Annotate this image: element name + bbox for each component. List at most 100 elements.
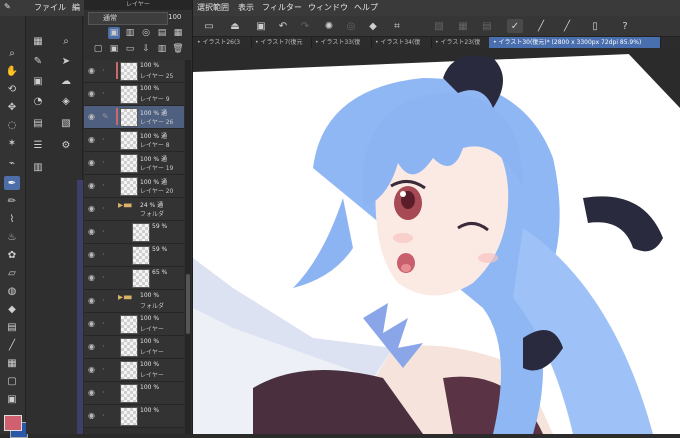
decoration-icon[interactable]: ✿ — [4, 248, 20, 262]
layer-lock-icon[interactable]: · — [102, 342, 112, 352]
figure-icon[interactable]: ╱ — [4, 338, 20, 352]
document-tab[interactable]: • イラスト7(復元 — [251, 37, 312, 48]
gradient-icon[interactable]: ▤ — [4, 320, 20, 334]
new-raster-layer-icon[interactable]: ▢ — [92, 43, 104, 55]
stroke-1-icon[interactable]: ╱ — [533, 19, 549, 33]
layer-lock-icon[interactable]: · — [102, 89, 112, 99]
clear-icon[interactable]: ◎ — [343, 19, 359, 33]
visibility-eye-icon[interactable]: ◉ — [88, 342, 98, 352]
layer-lock-icon[interactable]: · — [102, 319, 112, 329]
layer-lock-icon[interactable]: · — [102, 411, 112, 421]
brush-icon[interactable]: ⌇ — [4, 212, 20, 226]
layer-lock-icon[interactable]: · — [102, 135, 112, 145]
cursor-icon[interactable]: ➤ — [58, 54, 74, 68]
visibility-eye-icon[interactable]: ◉ — [88, 319, 98, 329]
rotate-icon[interactable]: ⟲ — [4, 82, 20, 96]
menu-help[interactable]: ヘルプ — [354, 2, 378, 13]
visibility-eye-icon[interactable]: ◉ — [88, 250, 98, 260]
illustration[interactable] — [193, 48, 680, 434]
airbrush-icon[interactable]: ♨ — [4, 230, 20, 244]
visibility-eye-icon[interactable]: ◉ — [88, 112, 98, 122]
selection-icon[interactable]: ▦ — [455, 19, 471, 33]
transfer-icon[interactable]: ⇩ — [140, 43, 152, 55]
layer-row[interactable]: ◉ · 100 % レイヤー 25 — [84, 60, 184, 83]
zoom-icon[interactable]: ⌕ — [4, 46, 20, 60]
layer-folder-row[interactable]: ◉ · ▸▬ 24 % 通フォルダ — [84, 198, 184, 221]
main-color-swatch[interactable] — [4, 415, 22, 431]
undo-icon[interactable]: ↶ — [275, 19, 291, 33]
layer-row[interactable]: ◉ ✎ 100 % 通レイヤー 26 — [84, 106, 184, 129]
layer-lock-icon[interactable]: · — [102, 365, 112, 375]
clip-icon[interactable]: ▥ — [124, 27, 136, 39]
merge-icon[interactable]: ▥ — [156, 43, 168, 55]
blend-icon[interactable]: ◍ — [4, 284, 20, 298]
fill-icon[interactable]: ◆ — [4, 302, 20, 316]
layer-lock-icon[interactable]: · — [102, 227, 112, 237]
loading-icon[interactable]: ✺ — [321, 19, 337, 33]
menu-list-icon[interactable]: ☰ — [30, 138, 46, 152]
visibility-eye-icon[interactable]: ◉ — [88, 89, 98, 99]
document-tab[interactable]: • イラスト30(復元)* (2800 x 3300px 72dpi 85.9%… — [489, 37, 661, 48]
menu-edit[interactable]: 編 — [72, 2, 80, 13]
text-icon[interactable]: ▢ — [4, 374, 20, 388]
layer-row[interactable]: ◉ · 100 % レイヤー — [84, 336, 184, 359]
hand-icon[interactable]: ✋ — [4, 64, 20, 78]
eraser-icon[interactable]: ▱ — [4, 266, 20, 280]
deselect-icon[interactable]: ▤ — [479, 19, 495, 33]
layer-row[interactable]: ◉ · 100 % — [84, 405, 184, 428]
device-icon[interactable]: ▯ — [587, 19, 603, 33]
stabilizer-icon[interactable]: ✓ — [507, 19, 523, 33]
image-icon[interactable]: ▣ — [30, 74, 46, 88]
help-icon[interactable]: ? — [617, 19, 633, 33]
menu-file[interactable]: ファイル — [34, 2, 66, 13]
visibility-eye-icon[interactable]: ◉ — [88, 158, 98, 168]
balloon-icon[interactable]: ▣ — [4, 392, 20, 406]
blend-mode-select[interactable]: 通常 — [88, 12, 168, 25]
layer-row[interactable]: ◉ · 59 % — [84, 221, 184, 244]
visibility-eye-icon[interactable]: ◉ — [88, 227, 98, 237]
canvas-area[interactable] — [193, 48, 680, 434]
visibility-eye-icon[interactable]: ◉ — [88, 135, 98, 145]
layer-scrollbar[interactable] — [185, 60, 191, 434]
document-tab[interactable]: • イラスト34(復 — [371, 37, 432, 48]
layer-lock-icon[interactable]: ✎ — [102, 112, 112, 122]
layer-lock-icon[interactable]: · — [102, 388, 112, 398]
visibility-eye-icon[interactable]: ◉ — [88, 66, 98, 76]
redo-icon[interactable]: ↷ — [297, 19, 313, 33]
layer-row[interactable]: ◉ · 100 % 通レイヤー 20 — [84, 175, 184, 198]
layer-row[interactable]: ◉ · 65 % — [84, 267, 184, 290]
transform-icon[interactable]: ▧ — [431, 19, 447, 33]
layer-icon[interactable]: ▦ — [30, 34, 46, 48]
layer-lock-icon[interactable]: · — [102, 273, 112, 283]
crop-icon[interactable]: ⌗ — [389, 19, 405, 33]
layer-lock-icon[interactable]: · — [102, 250, 112, 260]
layer-row[interactable]: ◉ · 100 % レイヤー 9 — [84, 83, 184, 106]
save-icon[interactable]: ▣ — [253, 19, 269, 33]
drop-icon[interactable]: ◔ — [30, 94, 46, 108]
document-tab[interactable]: • イラスト26(3 — [193, 37, 252, 48]
menu-filter[interactable]: フィルター — [262, 2, 302, 13]
layer-lock-icon[interactable]: · — [102, 158, 112, 168]
document-tab[interactable]: • イラスト23(復 — [431, 37, 490, 48]
lasso-icon[interactable]: ◌ — [4, 118, 20, 132]
search-icon[interactable]: ⌕ — [58, 34, 74, 48]
app-logo-icon[interactable]: ✎ — [4, 2, 11, 11]
visibility-eye-icon[interactable]: ◉ — [88, 273, 98, 283]
layer-lock-icon[interactable]: · — [102, 66, 112, 76]
layer-row[interactable]: ◉ · 100 % レイヤー — [84, 313, 184, 336]
fill-bucket-icon[interactable]: ◆ — [365, 19, 381, 33]
pen-icon[interactable]: ✒ — [4, 176, 20, 190]
new-vector-layer-icon[interactable]: ▣ — [108, 43, 120, 55]
layer-lock-icon[interactable]: · — [102, 204, 112, 214]
reference-icon[interactable]: ◎ — [140, 27, 152, 39]
delete-icon[interactable]: 🗑 — [172, 43, 184, 55]
draft-icon[interactable]: ▤ — [156, 27, 168, 39]
layer-lock-icon[interactable]: · — [102, 181, 112, 191]
visibility-eye-icon[interactable]: ◉ — [88, 365, 98, 375]
frame-icon[interactable]: ▦ — [4, 356, 20, 370]
eyedropper-icon[interactable]: ⌁ — [4, 156, 20, 170]
opacity-value[interactable]: 100 — [168, 12, 190, 23]
layer-scrollbar-thumb[interactable] — [186, 274, 190, 334]
lock-icon[interactable]: ▣ — [108, 27, 120, 39]
menu-window[interactable]: ウィンドウ — [308, 2, 348, 13]
